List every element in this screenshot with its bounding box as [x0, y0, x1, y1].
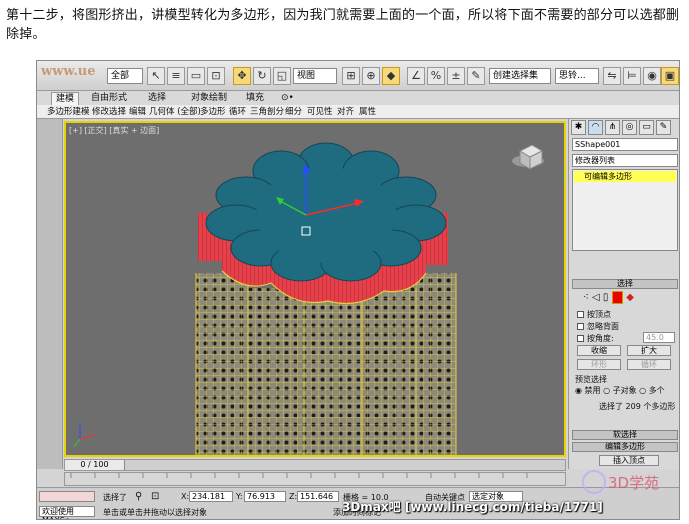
lock-selection-icon[interactable]: ⚲: [135, 491, 142, 502]
display-tab-icon[interactable]: ▭: [639, 120, 654, 135]
ribbon-visibility[interactable]: 可见性: [307, 106, 333, 118]
move-icon[interactable]: ✥: [233, 67, 251, 85]
angle-value-field[interactable]: 45.0: [643, 332, 675, 343]
pivot-icon[interactable]: ⊞: [342, 67, 360, 85]
tab-modeling[interactable]: 建模: [51, 92, 80, 105]
by-vertex-checkbox[interactable]: 按顶点: [577, 309, 611, 320]
window-crossing-icon[interactable]: ⊡: [207, 67, 225, 85]
tab-more[interactable]: ⊙•: [277, 92, 298, 105]
modifier-stack[interactable]: 可编辑多边形: [572, 169, 678, 251]
scale-icon[interactable]: ◱: [273, 67, 291, 85]
percent-snap-icon[interactable]: %: [427, 67, 445, 85]
align-icon[interactable]: ⊨: [623, 67, 641, 85]
x-coordinate-field[interactable]: 234.181: [189, 491, 233, 502]
maxscript-listener[interactable]: [39, 491, 95, 502]
modify-tab-icon[interactable]: ◠: [588, 120, 603, 135]
ring-button[interactable]: 环形: [577, 359, 621, 370]
viewport-label[interactable]: [+] [正交] [真实 + 边面]: [69, 125, 159, 136]
main-toolbar: www.ue 全部 ↖ ≡ ▭ ⊡ ✥ ↻ ◱ 视图 ⊞ ⊕ ◆ ∠ % ± ✎…: [37, 61, 679, 91]
command-panel: ✱ ◠ ⋔ ◎ ▭ ✎ SShape001 修改器列表 可编辑多边形 选择 ⁖ …: [568, 119, 679, 469]
grow-button[interactable]: 扩大: [627, 345, 671, 356]
select-by-name-icon[interactable]: ≡: [167, 67, 185, 85]
tab-selection[interactable]: 选择: [144, 92, 170, 105]
time-slider-thumb[interactable]: 0 / 100: [65, 460, 125, 470]
toolbar-logo: www.ue: [41, 64, 96, 79]
site-logo-text: 3D学苑: [608, 474, 659, 492]
object-name-field[interactable]: SShape001: [572, 138, 678, 151]
ribbon-loops[interactable]: 循环: [229, 106, 246, 118]
axis-tripod-icon: [73, 423, 95, 448]
tab-populate[interactable]: 填充: [242, 92, 268, 105]
selected-label: 选择了: [103, 493, 127, 502]
select-manipulate-icon[interactable]: ⊕: [362, 67, 380, 85]
ribbon-subdivision[interactable]: 细分: [285, 106, 302, 118]
ribbon-align[interactable]: 对齐: [337, 106, 354, 118]
toolbar-more[interactable]: 思铃...: [555, 68, 599, 84]
hierarchy-tab-icon[interactable]: ⋔: [605, 120, 620, 135]
create-tab-icon[interactable]: ✱: [571, 120, 586, 135]
subobject-level-icons[interactable]: ⁖ ◁ ▯ ■ ◆: [583, 291, 634, 304]
selection-rollout-header[interactable]: 选择: [572, 279, 678, 289]
max-window: www.ue 全部 ↖ ≡ ▭ ⊡ ✥ ↻ ◱ 视图 ⊞ ⊕ ◆ ∠ % ± ✎…: [36, 60, 680, 520]
modifier-list-dropdown[interactable]: 修改器列表: [572, 154, 678, 167]
ribbon-panel-bar: 多边形建模 修改选择 编辑 几何体 (全部) 多边形 循环 三角剖分 细分 可见…: [37, 105, 679, 119]
preview-options[interactable]: ◉ 禁用 ○ 子对象 ○ 多个: [575, 385, 665, 396]
ribbon-properties[interactable]: 属性: [359, 106, 376, 118]
y-label: Y:: [236, 492, 243, 501]
rotate-icon[interactable]: ↻: [253, 67, 271, 85]
selected-count-text: 选择了 209 个多边形: [599, 402, 676, 411]
select-object-icon[interactable]: ↖: [147, 67, 165, 85]
z-coordinate-field[interactable]: 151.646: [297, 491, 339, 502]
perspective-viewport[interactable]: [+] [正交] [真实 + 边面]: [64, 121, 566, 457]
tab-object-paint[interactable]: 对象绘制: [187, 92, 231, 105]
mirror-icon[interactable]: ⇋: [603, 67, 621, 85]
ribbon-geometry-all[interactable]: 几何体 (全部): [149, 106, 201, 118]
motion-tab-icon[interactable]: ◎: [622, 120, 637, 135]
ribbon-tabs: 建模 自由形式 选择 对象绘制 填充 ⊙•: [37, 91, 679, 105]
render-icon[interactable]: ▣: [661, 67, 679, 85]
scene-render: [73, 142, 544, 455]
prompt-hint: 单击或单击并拖动以选择对象: [103, 508, 207, 517]
shrink-button[interactable]: 收缩: [577, 345, 621, 356]
rect-region-icon[interactable]: ▭: [187, 67, 205, 85]
spinner-snap-icon[interactable]: ±: [447, 67, 465, 85]
forum-watermark: 3Dmax吧 [www.linecg.com/tieba/1771]: [342, 500, 603, 514]
z-label: Z:: [289, 492, 298, 501]
left-side-strip: [37, 119, 63, 469]
ribbon-modify-selection[interactable]: 修改选择: [92, 106, 126, 118]
y-coordinate-field[interactable]: 76.913: [244, 491, 286, 502]
ribbon-poly-modeling[interactable]: 多边形建模: [47, 106, 90, 118]
angle-snap-icon[interactable]: ∠: [407, 67, 425, 85]
by-angle-checkbox[interactable]: 按角度:: [577, 333, 614, 344]
absolute-mode-icon[interactable]: ⊡: [151, 491, 159, 502]
loop-button[interactable]: 循环: [627, 359, 671, 370]
named-selection-input[interactable]: 创建选择集: [489, 68, 551, 84]
reference-coord-dropdown[interactable]: 视图: [293, 68, 337, 84]
flower-cap-face: [205, 142, 447, 282]
selection-filter-dropdown[interactable]: 全部: [107, 68, 143, 84]
soft-selection-rollout[interactable]: 软选择: [572, 430, 678, 440]
edit-polygons-rollout[interactable]: 编辑多边形: [572, 442, 678, 452]
step-caption: 第十二步，将图形挤出，讲模型转化为多边形，因为我门就需要上面的一个面，所以将下面…: [6, 8, 680, 42]
ignore-backfacing-checkbox[interactable]: 忽略背面: [577, 321, 619, 332]
utilities-tab-icon[interactable]: ✎: [656, 120, 671, 135]
x-label: X:: [181, 492, 190, 501]
ribbon-polygons[interactable]: 多边形: [200, 106, 226, 118]
stack-item-editable-poly[interactable]: 可编辑多边形: [574, 171, 676, 182]
ribbon-tris[interactable]: 三角剖分: [250, 106, 284, 118]
edit-named-sets-icon[interactable]: ✎: [467, 67, 485, 85]
ribbon-edit[interactable]: 编辑: [129, 106, 146, 118]
time-slider[interactable]: 0 / 100: [64, 459, 566, 471]
track-bar[interactable]: [64, 472, 566, 486]
viewcube-icon: [512, 144, 544, 170]
material-editor-icon[interactable]: ◉: [643, 67, 661, 85]
preview-selection-label: 预览选择: [575, 375, 607, 384]
tab-freeform[interactable]: 自由形式: [87, 92, 131, 105]
command-panel-tabs: ✱ ◠ ⋔ ◎ ▭ ✎: [571, 120, 679, 136]
track-bar-ticks: [70, 473, 528, 478]
welcome-field[interactable]: 欢迎使用 MAXSc: [39, 506, 95, 519]
site-logo: 3D学苑: [582, 470, 659, 494]
snap-toggle-icon[interactable]: ◆: [382, 67, 400, 85]
